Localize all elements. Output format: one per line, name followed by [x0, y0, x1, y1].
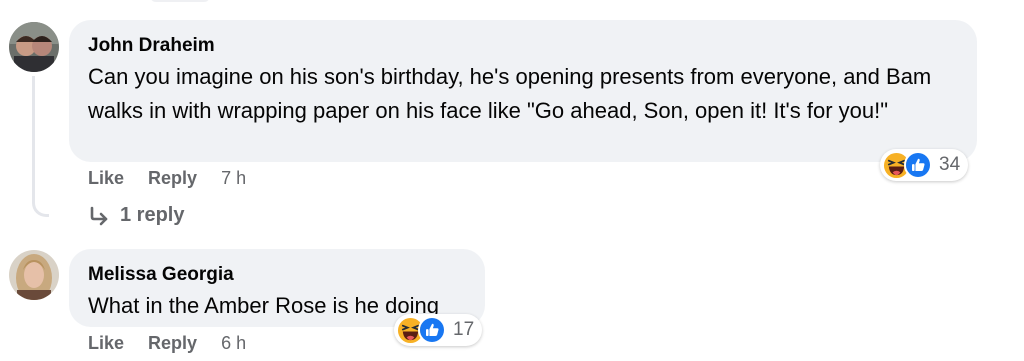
reaction-summary[interactable]: 34	[880, 149, 969, 181]
avatar[interactable]	[9, 250, 59, 300]
view-replies-link[interactable]: 1 reply	[88, 204, 184, 227]
previous-comment-fragment	[150, 0, 210, 2]
comment-text: Can you imagine on his son's birthday, h…	[88, 64, 932, 123]
comment-timestamp[interactable]: 7 h	[221, 168, 246, 189]
thread-connector	[32, 76, 49, 217]
reply-button[interactable]: Reply	[148, 168, 197, 189]
reaction-summary[interactable]: 17	[394, 314, 483, 346]
reaction-count: 34	[939, 154, 961, 175]
comment-actions: Like Reply 7 h	[88, 168, 246, 189]
reply-arrow-icon	[88, 205, 110, 227]
like-icon	[904, 151, 932, 179]
comment-timestamp[interactable]: 6 h	[221, 333, 246, 354]
reply-button[interactable]: Reply	[148, 333, 197, 354]
like-button[interactable]: Like	[88, 168, 124, 189]
comment-bubble: John Draheim Can you imagine on his son'…	[69, 20, 977, 162]
comment-author[interactable]: John Draheim	[88, 34, 958, 58]
like-icon	[418, 316, 446, 344]
comment-actions: Like Reply 6 h	[88, 333, 246, 354]
view-replies-label: 1 reply	[120, 204, 185, 226]
avatar[interactable]	[9, 22, 59, 72]
like-button[interactable]: Like	[88, 333, 124, 354]
comment-author[interactable]: Melissa Georgia	[88, 263, 466, 287]
reaction-count: 17	[453, 319, 475, 340]
